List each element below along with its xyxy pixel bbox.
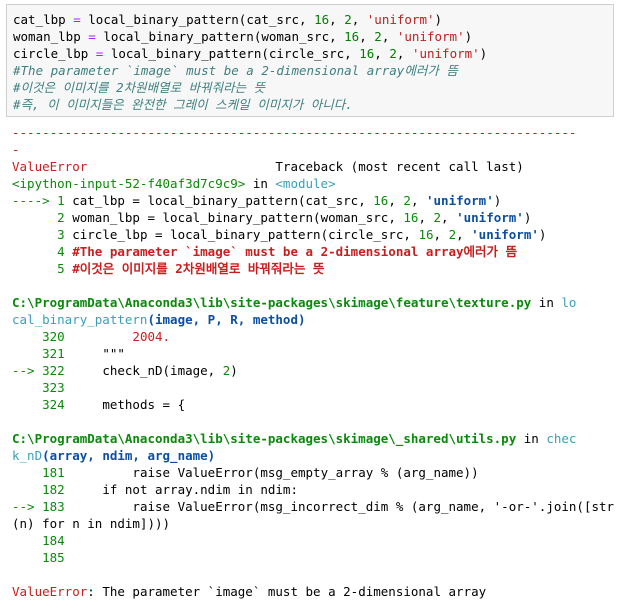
frame3-line-181: 181 raise ValueError(msg_empty_array % (…	[12, 465, 479, 480]
frame2-path-line: C:\ProgramData\Anaconda3\lib\site-packag…	[12, 295, 577, 310]
frame1-line-3: 3 circle_lbp = local_binary_pattern(circ…	[12, 227, 547, 242]
error-output: ----------------------------------------…	[12, 124, 615, 600]
input-ref-line: <ipython-input-52-f40af3d7c9c9> in <modu…	[12, 176, 336, 191]
frame2-func-line: cal_binary_pattern(image, P, R, method)	[12, 312, 306, 327]
traceback-header: ValueError Traceback (most recent call l…	[12, 159, 524, 174]
frame3-line-185: 185	[12, 550, 65, 565]
code-comment-1: #The parameter `image` must be a 2-dimen…	[13, 63, 458, 78]
frame2-line-321: 321 """	[12, 346, 125, 361]
frame3-line-183-cont: (n) for n in ndim])))	[12, 516, 171, 531]
code-line-2: woman_lbp = local_binary_pattern(woman_s…	[13, 29, 473, 44]
code-comment-2: #이것은 이미지를 2차원배열로 바꿔줘라는 뜻	[13, 80, 266, 95]
code-comment-3: #즉, 이 이미지들은 완전한 그레이 스케일 이미지가 아니다.	[13, 97, 353, 112]
frame2-line-323: 323	[12, 380, 65, 395]
frame1-line-1: ----> 1 cat_lbp = local_binary_pattern(c…	[12, 193, 502, 208]
frame2-line-320: 320 2004.	[12, 329, 171, 344]
frame1-line-5: 5 #이것은 이미지를 2차원배열로 바꿔줘라는 뜻	[12, 261, 325, 276]
code-input-cell[interactable]: cat_lbp = local_binary_pattern(cat_src, …	[6, 4, 614, 117]
traceback-divider: ----------------------------------------…	[12, 125, 577, 140]
code-line-3: circle_lbp = local_binary_pattern(circle…	[13, 46, 488, 61]
frame3-func-line: k_nD(array, ndim, arg_name)	[12, 448, 216, 463]
frame3-line-184: 184	[12, 533, 65, 548]
frame1-line-4: 4 #The parameter `image` must be a 2-dim…	[12, 244, 518, 259]
code-line-1: cat_lbp = local_binary_pattern(cat_src, …	[13, 12, 443, 27]
final-error-line: ValueError: The parameter `image` must b…	[12, 584, 487, 599]
frame2-line-324: 324 methods = {	[12, 397, 186, 412]
frame3-path-line: C:\ProgramData\Anaconda3\lib\site-packag…	[12, 431, 577, 446]
frame3-line-183: --> 183 raise ValueError(msg_incorrect_d…	[12, 499, 615, 514]
frame3-line-182: 182 if not array.ndim in ndim:	[12, 482, 298, 497]
traceback-divider-tail: -	[12, 142, 20, 157]
frame1-line-2: 2 woman_lbp = local_binary_pattern(woman…	[12, 210, 532, 225]
frame2-line-322: --> 322 check_nD(image, 2)	[12, 363, 238, 378]
